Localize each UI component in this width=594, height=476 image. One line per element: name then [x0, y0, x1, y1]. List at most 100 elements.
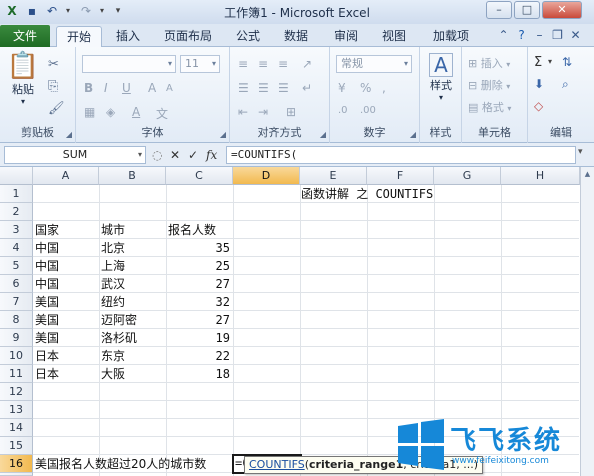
align-bottom-icon[interactable]: ≡	[278, 57, 288, 71]
sort-filter-icon[interactable]: ⇅	[562, 55, 572, 69]
align-top-icon[interactable]: ≡	[238, 57, 248, 71]
bold-icon[interactable]: B	[84, 81, 93, 95]
tab-review[interactable]: 审阅	[326, 26, 366, 47]
delete-cells-button[interactable]: ⊟ 删除 ▾	[468, 77, 510, 93]
tab-data[interactable]: 数据	[276, 26, 316, 47]
doc-restore-icon[interactable]: ❐	[550, 28, 565, 43]
row-header[interactable]: 14	[0, 419, 33, 437]
doc-minimize-icon[interactable]: –	[532, 28, 547, 43]
cell-country[interactable]: 美国	[35, 311, 59, 329]
chevron-down-icon[interactable]: ▾	[548, 57, 552, 66]
row-header[interactable]: 13	[0, 401, 33, 419]
tab-home[interactable]: 开始	[56, 26, 102, 47]
phonetic-icon[interactable]: 文	[156, 105, 168, 122]
clear-icon[interactable]: ◇	[534, 99, 543, 113]
cell-country[interactable]: 日本	[35, 347, 59, 365]
decrease-decimal-icon[interactable]: .00	[360, 105, 376, 116]
font-color-icon[interactable]: A	[132, 105, 140, 119]
font-size-combo[interactable]: 11 ▾	[180, 55, 220, 73]
expand-formula-bar-icon[interactable]: ▾	[578, 147, 583, 157]
row-header[interactable]: 1	[0, 185, 33, 203]
copy-icon[interactable]: ⎘	[48, 79, 58, 94]
align-middle-icon[interactable]: ≡	[258, 57, 268, 71]
align-center-icon[interactable]: ☰	[258, 81, 269, 95]
cut-icon[interactable]: ✂	[48, 57, 59, 72]
tab-insert[interactable]: 插入	[108, 26, 148, 47]
format-painter-icon[interactable]: 🖌	[48, 101, 65, 116]
fill-icon[interactable]: ⬇	[534, 77, 544, 91]
tab-addins[interactable]: 加载项	[424, 26, 478, 47]
cell-city[interactable]: 上海	[101, 257, 125, 275]
decrease-indent-icon[interactable]: ⇤	[238, 105, 248, 119]
format-cells-button[interactable]: ▤ 格式 ▾	[468, 99, 511, 115]
tab-file[interactable]: 文件	[0, 25, 50, 47]
orientation-icon[interactable]: ↗	[302, 57, 312, 71]
cell-city[interactable]: 北京	[101, 239, 125, 257]
shrink-font-icon[interactable]: A	[166, 83, 173, 94]
cell-count[interactable]: 19	[166, 329, 233, 347]
tab-formulas[interactable]: 公式	[228, 26, 268, 47]
row-header[interactable]: 9	[0, 329, 33, 347]
comma-icon[interactable]: ,	[382, 81, 386, 95]
cell-count[interactable]: 35	[166, 239, 233, 257]
percent-icon[interactable]: %	[360, 81, 371, 95]
scroll-up-icon[interactable]: ▲	[581, 167, 594, 181]
tab-view[interactable]: 视图	[374, 26, 414, 47]
cell-count[interactable]: 18	[166, 365, 233, 383]
italic-icon[interactable]: I	[104, 81, 108, 95]
cell-b4-header[interactable]: 城市	[101, 221, 125, 239]
close-button[interactable]: ✕	[542, 1, 582, 19]
cell-country[interactable]: 美国	[35, 293, 59, 311]
cell-country[interactable]: 美国	[35, 329, 59, 347]
doc-close-icon[interactable]: ✕	[568, 28, 583, 43]
column-header-f[interactable]: F	[367, 167, 434, 185]
insert-function-icon[interactable]: fx	[206, 147, 217, 163]
row-header[interactable]: 6	[0, 275, 33, 293]
cell-city[interactable]: 大阪	[101, 365, 125, 383]
autosum-icon[interactable]: Σ	[534, 55, 542, 70]
paste-button[interactable]: 📋 粘贴 ▾	[6, 51, 40, 106]
column-header-b[interactable]: B	[99, 167, 166, 185]
formula-input[interactable]: =COUNTIFS(	[226, 146, 576, 164]
align-left-icon[interactable]: ☰	[238, 81, 249, 95]
row-header[interactable]: 12	[0, 383, 33, 401]
increase-decimal-icon[interactable]: .0	[338, 105, 348, 116]
name-box[interactable]: SUM ▾	[4, 146, 146, 164]
cell-city[interactable]: 纽约	[101, 293, 125, 311]
column-header-e[interactable]: E	[300, 167, 367, 185]
find-select-icon[interactable]: ⌕	[562, 77, 569, 92]
row-header-active[interactable]: 16	[0, 455, 33, 473]
cell-count[interactable]: 27	[166, 311, 233, 329]
minimize-button[interactable]: –	[486, 1, 512, 19]
select-all-corner[interactable]	[0, 167, 33, 185]
row-header[interactable]: 4	[0, 239, 33, 257]
row-header[interactable]: 10	[0, 347, 33, 365]
cell-count[interactable]: 22	[166, 347, 233, 365]
enter-icon[interactable]: ✓	[188, 147, 198, 163]
currency-icon[interactable]: ¥	[338, 81, 346, 95]
column-header-h[interactable]: H	[501, 167, 580, 185]
cell-a4-header[interactable]: 国家	[35, 221, 59, 239]
row-header[interactable]: 15	[0, 437, 33, 455]
row-header[interactable]: 2	[0, 203, 33, 221]
column-header-c[interactable]: C	[166, 167, 233, 185]
tooltip-function-link[interactable]: COUNTIFS	[249, 458, 305, 471]
column-header-d[interactable]: D	[233, 167, 300, 185]
cell-count[interactable]: 25	[166, 257, 233, 275]
insert-cells-button[interactable]: ⊞ 插入 ▾	[468, 55, 510, 71]
cell-country[interactable]: 中国	[35, 239, 59, 257]
cell-a16-question[interactable]: 美国报名人数超过20人的城市数	[35, 455, 206, 473]
row-header[interactable]: 5	[0, 257, 33, 275]
maximize-button[interactable]: □	[514, 1, 540, 19]
help-icon[interactable]: ?	[514, 28, 529, 43]
cell-e2-title[interactable]: 函数讲解 之 COUNTIFS	[301, 185, 433, 203]
wrap-text-icon[interactable]: ↵	[302, 81, 312, 95]
fill-color-icon[interactable]: ◈	[106, 105, 115, 119]
cell-city[interactable]: 东京	[101, 347, 125, 365]
paste-dropdown-icon[interactable]: ▾	[6, 97, 40, 106]
number-format-combo[interactable]: 常规 ▾	[336, 55, 412, 73]
cell-count[interactable]: 27	[166, 275, 233, 293]
column-header-a[interactable]: A	[33, 167, 99, 185]
cell-city[interactable]: 洛杉矶	[101, 329, 137, 347]
styles-button[interactable]: A 样式 ▾	[424, 53, 458, 102]
